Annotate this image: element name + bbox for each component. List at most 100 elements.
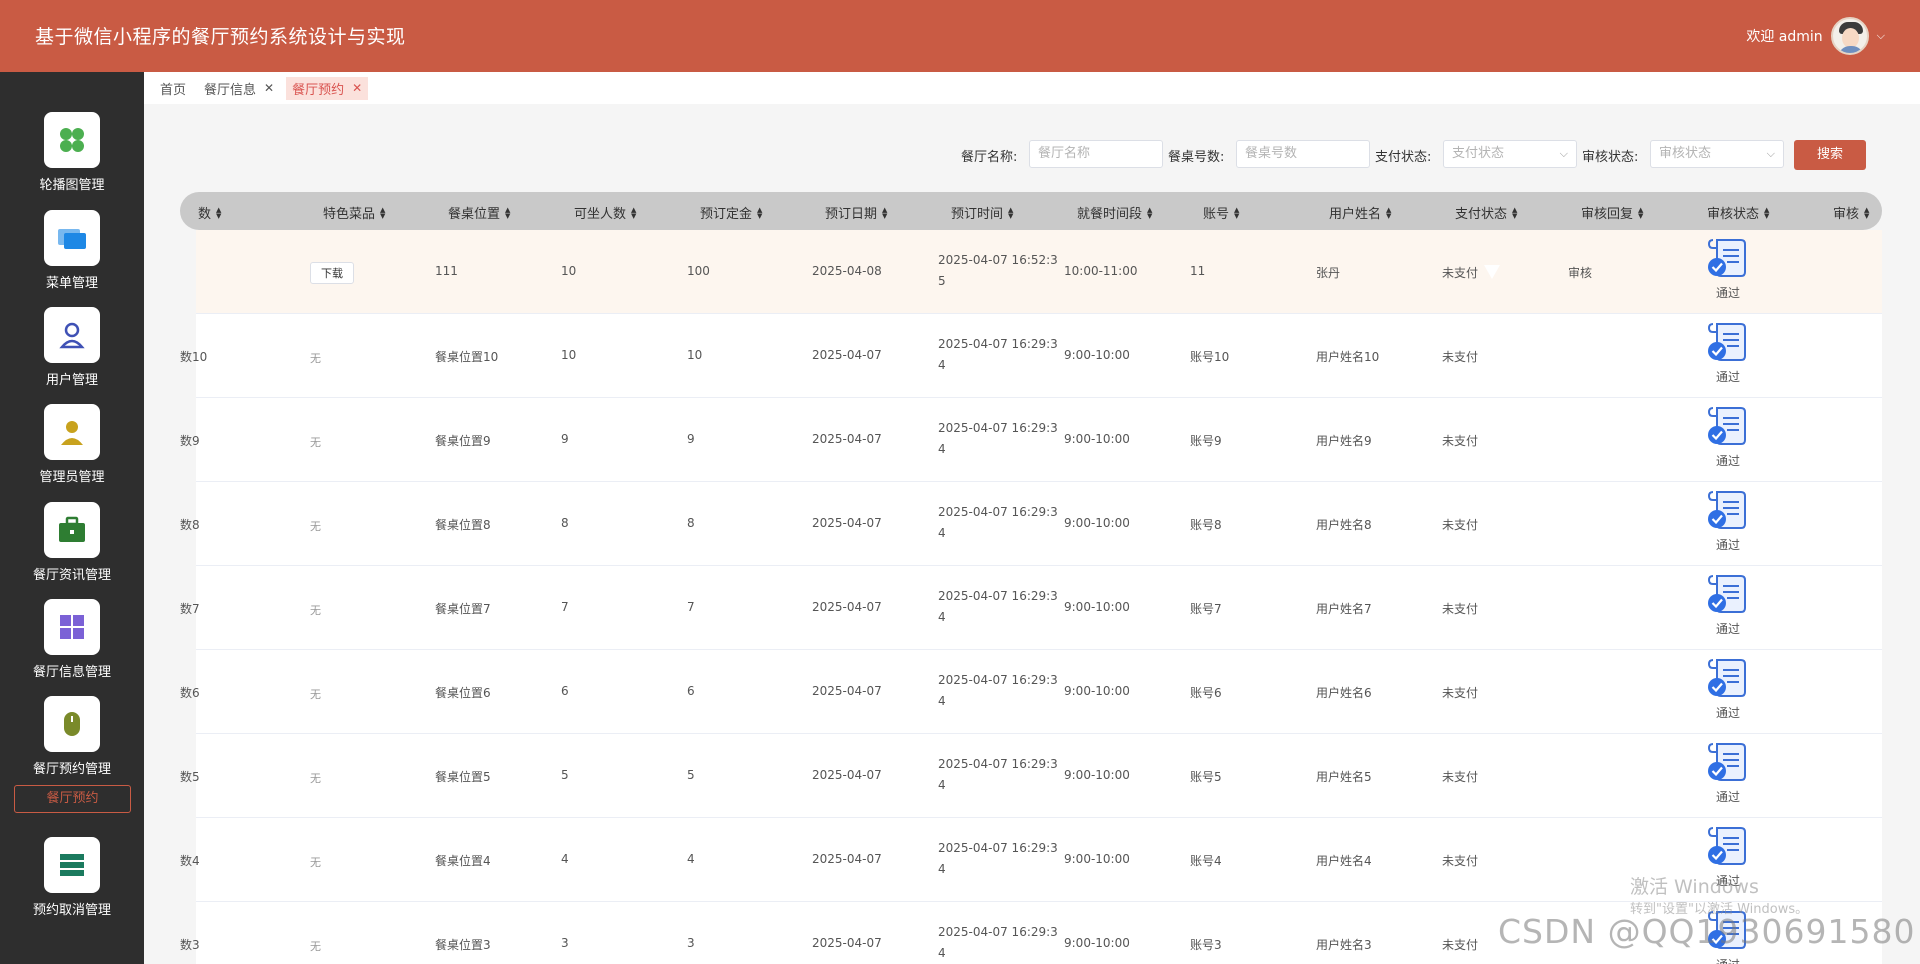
chevron-down-icon[interactable]: ⌵	[1877, 29, 1885, 43]
sort-icon[interactable]: ▲ ▼	[1512, 206, 1517, 219]
sort-icon[interactable]: ▲ ▼	[216, 206, 221, 219]
review-status[interactable]: 通过	[1705, 656, 1751, 721]
column-header[interactable]: 预订定金 ▲ ▼	[700, 203, 762, 222]
sidebar-item-2[interactable]: 菜单管理	[0, 210, 144, 300]
close-icon[interactable]: ✕	[352, 81, 362, 95]
cell-seats: 10	[561, 264, 577, 278]
sort-icon[interactable]: ▲ ▼	[757, 206, 762, 219]
cell-position: 餐桌位置4	[435, 854, 491, 868]
table-number-input[interactable]: 餐桌号数	[1236, 140, 1370, 168]
sort-icon[interactable]: ▲ ▼	[1864, 206, 1869, 219]
cell-deposit: 7	[687, 600, 695, 614]
tag-restaurant-booking[interactable]: 餐厅预约 ✕	[286, 76, 369, 100]
app-title: 基于微信小程序的餐厅预约系统设计与实现	[35, 26, 406, 48]
sort-icon[interactable]: ▲ ▼	[882, 206, 887, 219]
column-header[interactable]: 预订日期 ▲ ▼	[825, 203, 887, 222]
column-header-label: 用户姓名	[1329, 207, 1382, 222]
tag-home[interactable]: 首页	[154, 77, 192, 100]
search-button[interactable]: 搜索	[1794, 140, 1866, 170]
mouse-icon	[44, 696, 100, 752]
cell-num: 数9	[180, 434, 200, 448]
column-header[interactable]: 审核 ▲ ▼	[1833, 203, 1869, 222]
sidebar-item-5[interactable]: 餐厅资讯管理	[0, 502, 144, 592]
table-row[interactable]: 数5 无 餐桌位置5 5 5 2025-04-07 9:00-10:00 账号5 用户姓名5 未支…	[180, 734, 1882, 818]
cell-deposit: 5	[687, 768, 695, 782]
sort-icon[interactable]: ▲ ▼	[505, 206, 510, 219]
sidebar-item-4[interactable]: 管理员管理	[0, 404, 144, 494]
cell-num: 数5	[180, 770, 200, 784]
column-header[interactable]: 餐桌位置 ▲ ▼	[448, 203, 510, 222]
cell-name: 用户姓名5	[1316, 770, 1372, 784]
user-menu[interactable]: 欢迎 admin ⌵	[1746, 17, 1885, 55]
welcome-text: 欢迎 admin	[1746, 29, 1823, 45]
review-status[interactable]: 通过	[1705, 572, 1751, 637]
pay-status-value: 支付状态	[1452, 146, 1505, 161]
cell-slot: 9:00-10:00	[1064, 768, 1130, 782]
cell-num: 数8	[180, 518, 200, 532]
close-icon[interactable]: ✕	[264, 81, 274, 95]
approve-document-icon	[1705, 491, 1751, 534]
sidebar-subitem-restaurant-booking[interactable]: 餐厅预约	[14, 785, 131, 813]
column-header[interactable]: 数 ▲ ▼	[198, 203, 221, 222]
avatar[interactable]	[1830, 17, 1869, 55]
approve-document-icon	[1705, 407, 1751, 450]
sort-icon[interactable]: ▲ ▼	[1234, 206, 1239, 219]
cell-time: 2025-04-07 16:29:3	[938, 337, 1058, 351]
cell-time: 2025-04-07 16:52:3	[938, 253, 1058, 267]
review-status-label: 通过	[1705, 956, 1751, 964]
sort-icon[interactable]: ▲ ▼	[1147, 206, 1152, 219]
sort-icon[interactable]: ▲ ▼	[1008, 206, 1013, 219]
table-row[interactable]: 数9 无 餐桌位置9 9 9 2025-04-07 9:00-10:00 账号9 用户姓名9 未支…	[180, 398, 1882, 482]
sort-icon[interactable]: ▲ ▼	[1764, 206, 1769, 219]
cell-date: 2025-04-07	[812, 768, 882, 782]
sidebar-item-7[interactable]: 餐厅预约管理	[0, 696, 144, 786]
column-header[interactable]: 就餐时间段 ▲ ▼	[1077, 203, 1152, 222]
cell-pay: 未支付	[1442, 686, 1479, 700]
table-row[interactable]: 数7 无 餐桌位置7 7 7 2025-04-07 9:00-10:00 账号7 用户姓名7 未支…	[180, 566, 1882, 650]
cell-date: 2025-04-07	[812, 348, 882, 362]
cell-time-cont: 4	[938, 526, 946, 540]
cell-deposit: 8	[687, 516, 695, 530]
sidebar-item-1[interactable]: 轮播图管理	[0, 112, 144, 202]
column-header[interactable]: 审核状态 ▲ ▼	[1707, 203, 1769, 222]
review-status[interactable]: 通过	[1705, 404, 1751, 469]
table-row[interactable]: 下载 111 10 100 2025-04-08 10:00-11:00 11 张丹 未支付 审核…	[196, 230, 1882, 314]
review-status[interactable]: 通过	[1705, 488, 1751, 553]
sidebar-item-8[interactable]: 预约取消管理	[0, 837, 144, 927]
sort-icon[interactable]: ▲ ▼	[380, 206, 385, 219]
column-header[interactable]: 预订时间 ▲ ▼	[951, 203, 1013, 222]
cell-account: 账号8	[1190, 518, 1222, 532]
cell-pay: 未支付	[1442, 350, 1479, 364]
table-row[interactable]: 数6 无 餐桌位置6 6 6 2025-04-07 9:00-10:00 账号6 用户姓名6 未支…	[180, 650, 1882, 734]
tags-bar: 首页 餐厅信息 ✕ 餐厅预约 ✕	[144, 72, 1920, 104]
column-header[interactable]: 审核回复 ▲ ▼	[1581, 203, 1643, 222]
column-header[interactable]: 支付状态 ▲ ▼	[1455, 203, 1517, 222]
download-button[interactable]: 下载	[310, 262, 354, 284]
cell-seats: 10	[561, 348, 577, 362]
column-header[interactable]: 特色菜品 ▲ ▼	[323, 203, 385, 222]
sidebar-item-6[interactable]: 餐厅信息管理	[0, 599, 144, 689]
pay-status-select[interactable]: 支付状态 ⌵	[1443, 140, 1577, 168]
sidebar-item-3[interactable]: 用户管理	[0, 307, 144, 397]
table-row[interactable]: 数8 无 餐桌位置8 8 8 2025-04-07 9:00-10:00 账号8 用户姓名8 未支…	[180, 482, 1882, 566]
sort-icon[interactable]: ▲ ▼	[631, 206, 636, 219]
sort-icon[interactable]: ▲ ▼	[1638, 206, 1643, 219]
review-status[interactable]: 通过	[1705, 320, 1751, 385]
column-header-label: 审核回复	[1581, 207, 1634, 222]
column-header[interactable]: 用户姓名 ▲ ▼	[1329, 203, 1391, 222]
cell-time: 2025-04-07 16:29:3	[938, 505, 1058, 519]
column-header[interactable]: 账号 ▲ ▼	[1203, 203, 1239, 222]
sort-icon[interactable]: ▲ ▼	[1386, 206, 1391, 219]
review-status[interactable]: 通过	[1705, 740, 1751, 805]
cell-date: 2025-04-07	[812, 432, 882, 446]
review-status-select[interactable]: 审核状态 ⌵	[1650, 140, 1784, 168]
column-header-label: 预订日期	[825, 207, 878, 222]
tag-restaurant-info[interactable]: 餐厅信息 ✕	[198, 77, 280, 100]
cell-time-cont: 4	[938, 862, 946, 876]
table-row[interactable]: 数10 无 餐桌位置10 10 10 2025-04-07 9:00-10:00 账号10 用户…	[180, 314, 1882, 398]
review-status[interactable]: 通过	[1705, 236, 1751, 301]
cell-slot: 9:00-10:00	[1064, 936, 1130, 950]
cell-deposit: 10	[687, 348, 703, 362]
restaurant-name-input[interactable]: 餐厅名称	[1029, 140, 1163, 168]
column-header[interactable]: 可坐人数 ▲ ▼	[574, 203, 636, 222]
